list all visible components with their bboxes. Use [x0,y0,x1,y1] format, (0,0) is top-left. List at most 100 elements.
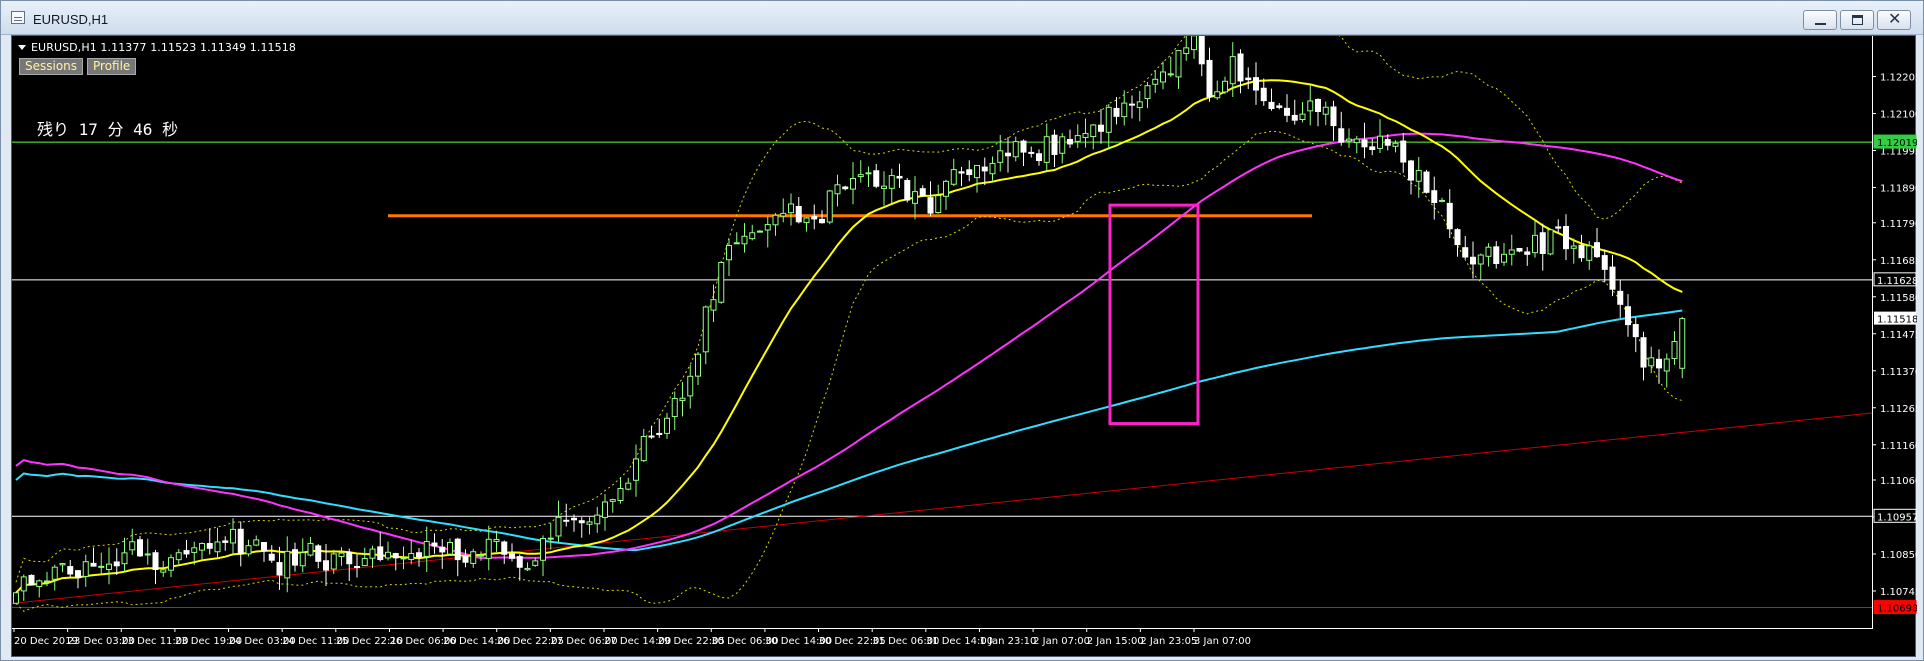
candle-body [1570,245,1577,249]
time-tick-label: 2 Jan 15:00 [1087,636,1144,647]
level-price-label: 1.11628 [1877,276,1917,287]
candle-body [1144,85,1151,100]
candle-body [129,541,136,551]
price-tick-label: 1.11580 [1880,293,1917,304]
candle-body [354,565,360,569]
candle-body [1214,91,1221,99]
candle-body [1539,232,1546,254]
candle-body [571,517,577,521]
price-chart[interactable]: 1.122051.121001.119951.118901.117901.116… [11,35,1917,657]
candle-body [726,245,732,261]
dropdown-triangle-icon[interactable] [18,45,26,50]
candle-body [1121,102,1128,118]
sessions-button[interactable]: Sessions [19,58,84,75]
maximize-icon [1852,15,1863,25]
candle-body [1330,106,1337,127]
bollinger-lower-band [15,130,1683,612]
candle-body [237,528,244,554]
price-tick-label: 1.12205 [1880,73,1917,84]
candle-body [1276,105,1283,108]
candle-body [137,539,143,557]
candle-body [1346,138,1352,142]
candle-body [1508,249,1515,255]
candle-body [113,561,120,567]
candle-body [175,552,182,561]
candle-body [687,375,694,397]
chart-window: EURUSD,H1 ✕ 1.122051.121001.119951.11890… [0,0,1924,661]
close-button[interactable]: ✕ [1877,10,1911,30]
candle-body [470,551,477,564]
candle-body [199,543,205,551]
candle-body [1299,113,1306,120]
price-tick-label: 1.11370 [1880,367,1917,378]
candle-body [191,547,198,553]
candle-body [656,432,663,436]
minimize-icon [1815,23,1826,25]
candle-body [741,235,748,245]
candle-body [485,538,492,560]
candle-body [1152,78,1159,85]
candle-body [1191,36,1197,51]
profile-button[interactable]: Profile [87,58,137,75]
candle-body [1501,253,1507,263]
candle-body [1090,124,1097,138]
candle-body [361,557,368,567]
window-titlebar[interactable]: EURUSD,H1 ✕ [1,1,1923,35]
candle-body [478,554,484,557]
price-tick-label: 1.12100 [1880,110,1917,121]
candle-body [563,519,570,522]
candle-body [602,501,608,518]
candle-body [1307,100,1314,112]
candle-body [865,172,872,175]
candle-body [160,569,167,573]
candle-body [1082,132,1089,139]
level-price-label: 1.10698 [1877,604,1917,615]
candle-body [555,516,562,537]
candle-body [547,537,554,540]
candle-body [152,552,159,570]
candle-body [408,553,415,560]
candle-body [1051,134,1058,155]
candle-body [245,545,252,555]
candle-body [617,487,624,501]
candle-body [609,499,616,502]
level-price-label: 1.12019 [1877,138,1917,149]
candle-body [850,178,856,190]
candle-body [718,261,725,303]
candle-body [1067,139,1073,145]
candle-body [462,555,469,563]
candle-body [842,186,849,190]
candle-body [1284,107,1290,116]
price-tick-label: 1.10850 [1880,550,1917,561]
candle-body [881,185,887,189]
candle-body [1493,246,1500,265]
candle-body [1485,246,1492,257]
candle-body [1113,107,1120,117]
time-tick-label: 2 Jan 07:00 [1033,636,1090,647]
candle-body [757,230,763,233]
candle-body [1563,226,1569,250]
candle-body [253,539,260,546]
candle-body [648,435,655,438]
maximize-button[interactable] [1840,10,1874,30]
candle-body [315,545,322,562]
price-tick-label: 1.11060 [1880,476,1917,487]
candle-body [1400,140,1407,163]
candle-body [338,552,345,558]
minimize-button[interactable] [1803,10,1837,30]
candle-body [369,548,376,559]
candle-body [168,557,174,571]
candle-body [509,553,515,559]
candle-body [447,541,453,555]
candle-body [214,541,221,553]
candle-body [439,546,446,553]
candle-body [633,458,639,481]
candle-body [935,195,942,214]
candle-body [904,180,911,201]
candle-body [1439,199,1445,202]
candle-body [1671,341,1678,360]
candle-body [44,580,50,583]
candle-body [284,550,291,579]
candle-body [222,540,229,543]
chart-window-icon [11,11,25,24]
